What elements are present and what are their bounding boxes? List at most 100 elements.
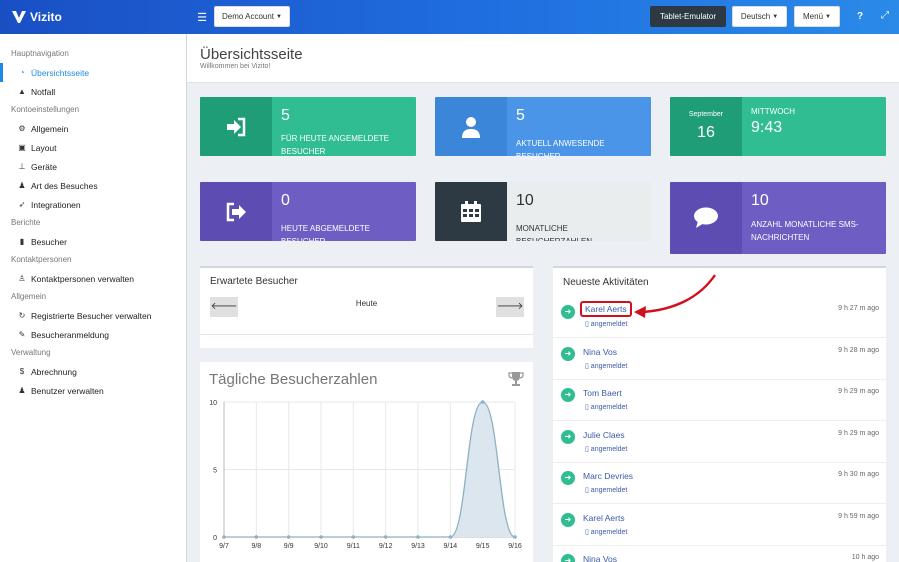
activity-visitor-link[interactable]: Nina Vos xyxy=(583,347,617,357)
sidebar: Hauptnavigation ◔ Übersichtsseite ▲ Notfall K… xyxy=(0,34,187,562)
page-title: Übersichtsseite xyxy=(200,46,303,63)
activity-status: ▯ angemeldet xyxy=(585,320,627,328)
sidebar-item[interactable]: ↻ Registrierte Besucher verwalten xyxy=(0,306,186,325)
person-icon: ♙ xyxy=(18,274,26,283)
expected-visitors-panel: Erwartete Besucher 🡐 Heute 🡒 xyxy=(200,266,533,348)
sidebar-item[interactable]: ♟ Art des Besuches xyxy=(0,176,186,195)
data-point xyxy=(383,535,388,539)
activity-time: 9 h 27 m ago xyxy=(838,305,879,312)
caret-down-icon: ▼ xyxy=(772,13,779,20)
sidebar-item[interactable]: ◔ Übersichtsseite xyxy=(0,63,186,82)
checked-out-card[interactable]: 0 Heute abgemeldete Besucher xyxy=(200,182,416,241)
sidebar-item[interactable]: ➶ Integrationen xyxy=(0,195,186,214)
activity-status-label: angemeldet xyxy=(590,404,628,411)
account-dropdown-label: Demo Account xyxy=(222,12,275,21)
y-tick-label: 0 xyxy=(213,535,217,542)
sign-out-icon xyxy=(200,182,272,241)
weekday-label: Mittwoch xyxy=(751,107,795,116)
sidebar-item-label: Abrechnung xyxy=(31,366,77,377)
caret-down-icon: ▼ xyxy=(276,13,282,20)
activity-status-label: angemeldet xyxy=(590,487,628,494)
sidebar-item[interactable]: ▮ Besucher xyxy=(0,232,186,251)
sidebar-item-label: Layout xyxy=(31,142,57,153)
sidebar-item[interactable]: ⚙ Allgemein xyxy=(0,119,186,138)
data-point xyxy=(513,535,517,539)
x-tick-label: 9/11 xyxy=(347,543,360,550)
checked-out-count: 0 xyxy=(281,192,290,209)
x-tick-label: 9/13 xyxy=(411,543,425,550)
sign-in-icon: ➜ xyxy=(561,554,575,562)
sign-in-icon: ➜ xyxy=(561,429,575,444)
sidebar-item[interactable]: ♟ Benutzer verwalten xyxy=(0,381,186,400)
image-icon: ▣ xyxy=(18,143,26,152)
sidebar-item-label: Besucher xyxy=(31,236,67,247)
activity-status-label: angemeldet xyxy=(590,362,628,370)
content-header: Übersichtsseite Willkommen bei Vizito! xyxy=(187,34,899,83)
x-tick-label: 9/8 xyxy=(251,543,261,550)
sign-in-icon: ➜ xyxy=(561,512,575,527)
day-label: Heute xyxy=(355,299,378,308)
sidebar-section-header: Berichte xyxy=(11,218,41,227)
sign-in-icon xyxy=(200,97,272,156)
tablet-emulator-label: Tablet-Emulator xyxy=(659,12,717,21)
sidebar-item-label: Kontaktpersonen verwalten xyxy=(31,273,135,284)
sidebar-item[interactable]: ▲ Notfall xyxy=(0,82,186,101)
present-card[interactable]: 5 Aktuell anwesende Besucher xyxy=(435,97,651,156)
activity-status: ▯ angemeldet xyxy=(585,486,627,494)
activity-row: ➜ Julie Claes 9 h 29 m ago ▯ angemeldet xyxy=(553,421,886,463)
expected-visitors-title: Erwartete Besucher xyxy=(210,276,298,287)
sms-count: 10 xyxy=(751,192,769,209)
language-dropdown[interactable]: Deutsch ▼ xyxy=(732,6,787,27)
account-dropdown[interactable]: Demo Account ▼ xyxy=(214,6,290,27)
sidebar-item-label: Geräte xyxy=(31,161,57,172)
fullscreen-icon[interactable]: ⤢ xyxy=(874,10,896,21)
time-label: 9:43 xyxy=(751,119,783,136)
sidebar-item[interactable]: ▣ Layout xyxy=(0,138,186,157)
menu-dropdown-label: Menü xyxy=(803,12,824,21)
activity-visitor-link[interactable]: Marc Devries xyxy=(583,471,633,481)
activity-visitor-link[interactable]: Karel Aerts xyxy=(583,513,625,523)
arrow-right-icon: 🡒 xyxy=(496,301,524,312)
top-navbar: Vizito ☰ Demo Account ▼ Tablet-Emulator D… xyxy=(0,0,899,34)
user-plus-icon: ♟ xyxy=(18,386,26,395)
next-day-button[interactable]: 🡒 xyxy=(496,297,524,317)
activity-visitor-link[interactable]: Tom Baert xyxy=(583,388,622,398)
hamburger-menu-icon[interactable]: ☰ xyxy=(191,11,213,24)
activity-time: 9 h 59 m ago xyxy=(838,512,879,520)
activity-list: ➜ Karel Aerts 9 h 27 m ago ▯ angemeldet ➜ Nin… xyxy=(553,296,886,562)
tablet-emulator-button[interactable]: Tablet-Emulator xyxy=(650,6,726,27)
activity-status: ▯ angemeldet xyxy=(585,362,627,370)
sidebar-item[interactable]: ⊥ Geräte xyxy=(0,157,186,176)
sidebar-section-header: Kontoeinstellungen xyxy=(11,105,80,114)
help-icon[interactable]: ? xyxy=(849,11,871,22)
sidebar-item-label: Registrierte Besucher verwalten xyxy=(31,310,152,321)
x-tick-label: 9/12 xyxy=(379,543,393,550)
users-icon: ♟ xyxy=(18,181,26,190)
activity-status: ▯ angemeldet xyxy=(585,403,627,411)
day-number: 16 xyxy=(697,124,715,141)
sidebar-item-label: Allgemein xyxy=(31,123,69,134)
menu-dropdown[interactable]: Menü ▼ xyxy=(794,6,840,27)
activity-visitor-link[interactable]: Julie Claes xyxy=(583,430,625,440)
activity-time: 9 h 30 m ago xyxy=(838,471,879,478)
sidebar-item[interactable]: $ Abrechnung xyxy=(0,362,186,381)
sidebar-item[interactable]: ♙ Kontaktpersonen verwalten xyxy=(0,269,186,288)
sidebar-item[interactable]: ✎ Besucheranmeldung xyxy=(0,325,186,344)
vizito-logo[interactable]: Vizito xyxy=(12,10,187,24)
sidebar-section-header: Allgemein xyxy=(11,292,47,301)
present-count: 5 xyxy=(516,107,525,124)
present-label: Aktuell anwesende Besucher xyxy=(516,139,605,156)
monthly-visitors-card[interactable]: 10 Monatliche Besucherzahlen xyxy=(435,182,651,241)
x-tick-label: 9/14 xyxy=(444,543,458,550)
activity-time: 10 h ago xyxy=(851,554,879,561)
data-point xyxy=(319,535,323,539)
gear-icon: ⚙ xyxy=(18,124,26,133)
activity-row: ➜ Nina Vos 9 h 28 m ago ▯ angemeldet xyxy=(553,338,886,380)
activity-visitor-link[interactable]: Nina Vos xyxy=(583,554,617,562)
page-subtitle: Willkommen bei Vizito! xyxy=(200,63,271,70)
sms-card[interactable]: 10 Anzahl monatliche SMS-Nachrichten xyxy=(670,182,886,254)
activity-visitor-link[interactable]: Karel Aerts xyxy=(580,301,632,317)
x-tick-label: 9/16 xyxy=(508,543,522,550)
monthly-visitors-label: Monatliche Besucherzahlen xyxy=(516,224,592,241)
checked-in-card[interactable]: 5 Für heute angemeldete Besucher xyxy=(200,97,416,156)
